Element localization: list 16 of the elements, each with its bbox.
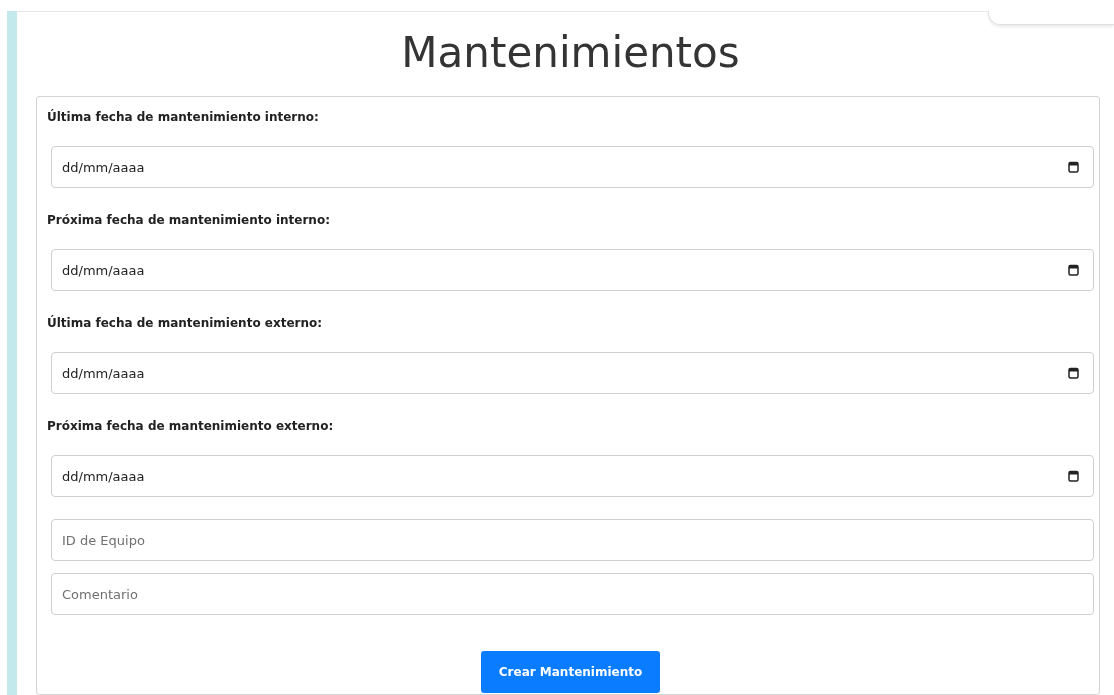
date-field[interactable]: dd/mm/aaaa — [51, 249, 1094, 291]
field-label: Próxima fecha de mantenimiento interno: — [47, 212, 331, 229]
field-label: Última fecha de mantenimiento externo: — [47, 314, 324, 332]
input-field[interactable]: Comentario — [51, 573, 1094, 615]
calendar-icon[interactable] — [1068, 264, 1079, 276]
calendar-icon[interactable] — [1068, 161, 1079, 173]
input-field[interactable]: ID de Equipo — [51, 519, 1094, 561]
date-field[interactable]: dd/mm/aaaa — [51, 455, 1094, 497]
calendar-icon[interactable] — [1068, 470, 1079, 482]
calendar-icon[interactable] — [1068, 367, 1079, 379]
date-field[interactable]: dd/mm/aaaa — [51, 146, 1094, 188]
date-field[interactable]: dd/mm/aaaa — [51, 352, 1094, 394]
field-label: Próxima fecha de mantenimiento externo: — [47, 418, 335, 435]
submit-button[interactable]: Crear Mantenimiento — [480, 651, 661, 693]
page-title: Mantenimientos — [400, 27, 741, 79]
field-label: Última fecha de mantenimiento interno: — [47, 108, 320, 126]
